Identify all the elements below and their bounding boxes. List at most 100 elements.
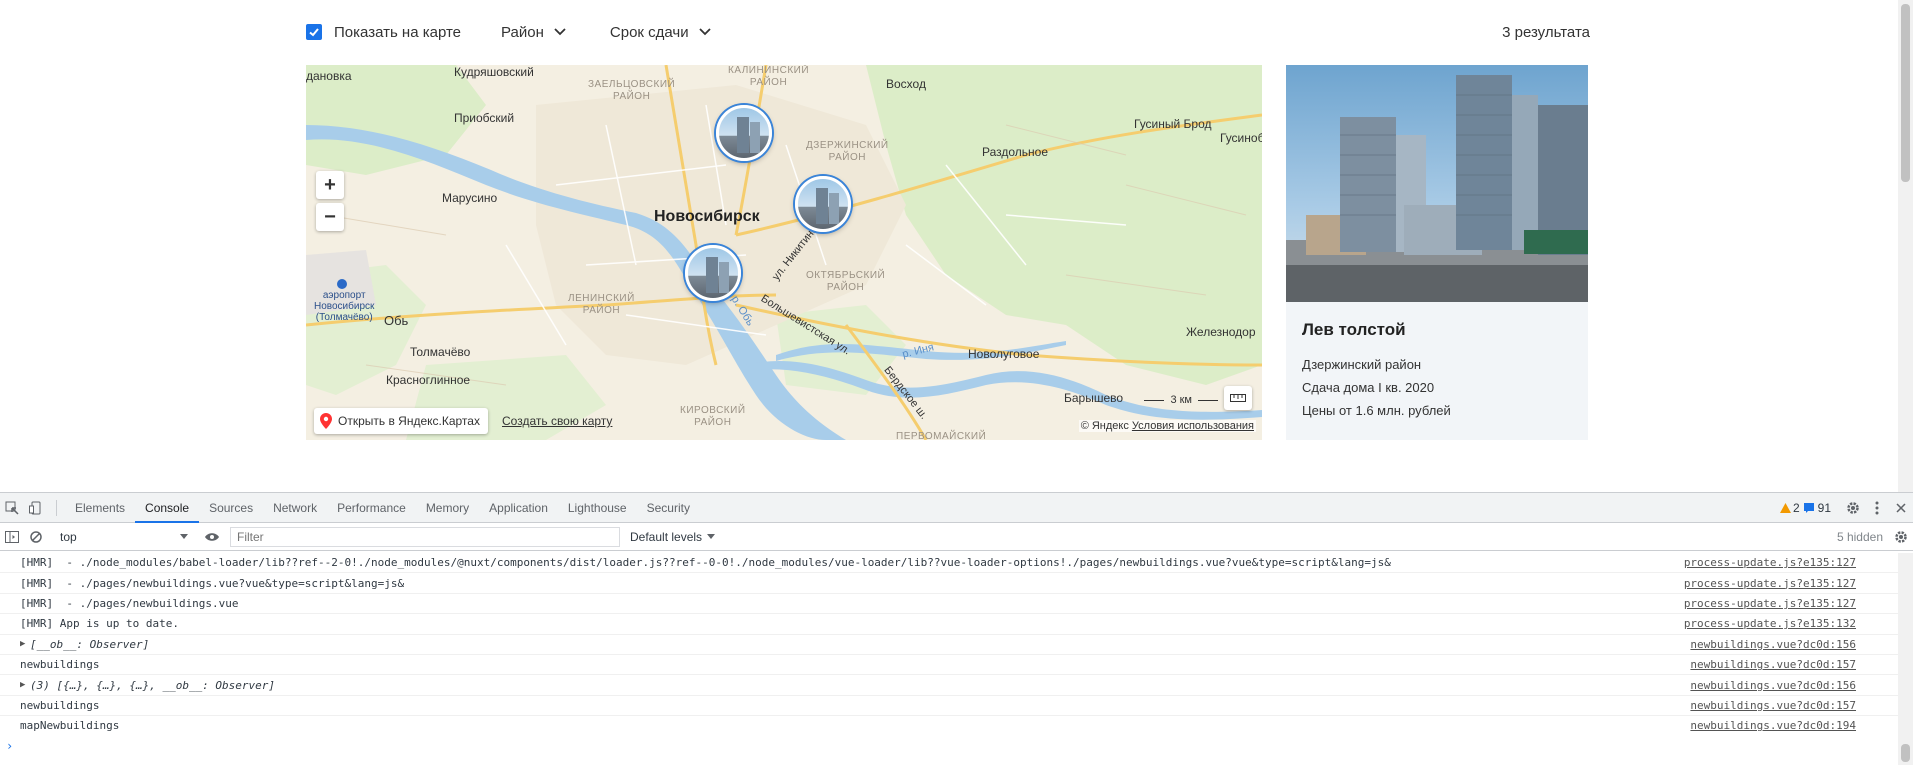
tab-memory[interactable]: Memory [416, 493, 479, 523]
zoom-in-button[interactable]: + [316, 171, 344, 199]
open-in-yandex-maps-label: Открыть в Яндекс.Картах [338, 414, 480, 428]
console-message: mapNewbuildings [20, 719, 120, 733]
filters-bar: Показать на карте Район Срок сдачи 3 рез… [306, 18, 1590, 46]
console-row: [HMR] App is up to date. process-update.j… [0, 614, 1898, 635]
console-row: newbuildings newbuildings.vue?dc0d:157 [0, 655, 1898, 676]
console-message: newbuildings [20, 658, 100, 672]
tab-sources[interactable]: Sources [199, 493, 263, 523]
more-options-icon[interactable] [1865, 493, 1889, 523]
console-filter-input[interactable] [230, 526, 620, 547]
device-toolbar-icon[interactable] [24, 493, 48, 523]
devtools-panel: Elements Console Sources Network Perform… [0, 492, 1913, 765]
console-source-link[interactable]: newbuildings.vue?dc0d:156 [1690, 638, 1898, 651]
console-source-link[interactable]: newbuildings.vue?dc0d:156 [1690, 679, 1898, 692]
console-settings-gear-icon[interactable] [1889, 522, 1913, 552]
console-source-link[interactable]: newbuildings.vue?dc0d:157 [1690, 699, 1898, 712]
map-label: Гусиный Брод [1134, 117, 1212, 131]
console-source-link[interactable]: process-update.js?e135:127 [1684, 577, 1898, 590]
console-source-link[interactable]: process-update.js?e135:127 [1684, 556, 1898, 569]
settings-gear-icon[interactable] [1841, 493, 1865, 523]
inspect-element-icon[interactable] [0, 493, 24, 523]
ruler-icon [1230, 394, 1246, 402]
map-label: Гусиноб [1220, 131, 1262, 145]
map[interactable]: Кудряшовский дановка ЗАЕЛЬЦОВСКИЙ РАЙОН … [306, 65, 1262, 440]
tab-network[interactable]: Network [263, 493, 327, 523]
map-label: Раздольное [982, 145, 1049, 159]
tab-security[interactable]: Security [637, 493, 700, 523]
create-your-map-link[interactable]: Создать свою карту [502, 414, 612, 428]
newbuilding-photo [1286, 65, 1588, 302]
chevron-down-icon [554, 28, 566, 36]
map-label-city: Новосибирск [654, 208, 760, 225]
terms-of-use-link[interactable]: Условия использования [1132, 420, 1254, 432]
console-message: [HMR] - ./pages/newbuildings.vue [20, 596, 239, 610]
log-levels-dropdown[interactable]: Default levels [630, 530, 716, 544]
live-expression-eye-icon[interactable] [200, 522, 224, 552]
map-label: Новолуговое [968, 347, 1040, 361]
show-sidebar-icon[interactable] [0, 522, 24, 552]
context-selector[interactable]: top [54, 527, 194, 547]
newbuilding-map-marker[interactable] [685, 245, 741, 301]
show-on-map-checkbox[interactable] [306, 24, 322, 40]
page-scrollbar[interactable] [1898, 0, 1913, 492]
newbuilding-price: Цены от 1.6 млн. рублей [1302, 403, 1451, 418]
map-label: Восход [886, 77, 926, 91]
screen: Показать на карте Район Срок сдачи 3 рез… [0, 0, 1913, 765]
console-source-link[interactable]: newbuildings.vue?dc0d:194 [1690, 719, 1898, 732]
newbuilding-title: Лев толстой [1302, 320, 1406, 339]
console-scrollbar[interactable] [1898, 553, 1913, 765]
map-label: Приобский [454, 111, 515, 125]
map-label: ПЕРВОМАЙСКИЙ [896, 431, 987, 440]
map-pin-icon [320, 413, 332, 429]
expand-triangle-icon[interactable]: ▶ [20, 639, 25, 649]
message-icon [1803, 502, 1814, 513]
console-row: newbuildings newbuildings.vue?dc0d:157 [0, 696, 1898, 717]
devtools-tabbar: Elements Console Sources Network Perform… [0, 493, 1913, 523]
show-on-map-label[interactable]: Показать на карте [334, 24, 461, 41]
tab-console[interactable]: Console [135, 493, 200, 523]
clear-console-icon[interactable] [24, 522, 48, 552]
tab-application[interactable]: Application [479, 493, 558, 523]
results-count: 3 результата [1502, 23, 1590, 41]
console-message: [HMR] - ./node_modules/babel-loader/lib?… [20, 556, 1391, 570]
map-label: Толмачёво [410, 345, 471, 359]
expand-triangle-icon[interactable]: ▶ [20, 680, 25, 690]
console-message: [HMR] App is up to date. [20, 617, 179, 631]
warning-icon [1779, 502, 1791, 513]
console-source-link[interactable]: process-update.js?e135:132 [1684, 617, 1898, 630]
newbuilding-district: Дзержинский район [1302, 357, 1422, 372]
chevron-down-icon [698, 28, 711, 36]
map-label: Железнодор [1186, 325, 1256, 339]
tab-performance[interactable]: Performance [327, 493, 416, 523]
page-viewport: Показать на карте Район Срок сдачи 3 рез… [0, 0, 1913, 492]
console-row[interactable]: ▶ (3) [{…}, {…}, {…}, __ob__: Observer] ne… [0, 675, 1898, 696]
console-row[interactable]: ▶ [__ob__: Observer] newbuildings.vue?dc0d… [0, 635, 1898, 655]
map-label: ОКТЯБРЬСКИЙ РАЙОН [806, 270, 886, 293]
newbuilding-card[interactable]: Лев толстой Дзержинский район Сдача дома… [1286, 65, 1588, 440]
issues-badge[interactable]: 2 91 [1779, 501, 1831, 515]
map-scale-label: 3 км [1170, 394, 1192, 406]
console-source-link[interactable]: process-update.js?e135:127 [1684, 597, 1898, 610]
map-label: ДЗЕРЖИНСКИЙ РАЙОН [806, 140, 889, 163]
deadline-dropdown-label: Срок сдачи [609, 23, 689, 41]
tab-lighthouse[interactable]: Lighthouse [558, 493, 637, 523]
tab-elements[interactable]: Elements [65, 493, 135, 523]
map-label: дановка [306, 69, 352, 83]
dropdown-arrow-icon [180, 534, 188, 539]
map-label: Барышево [1064, 391, 1124, 405]
check-icon [309, 28, 319, 37]
map-label: КИРОВСКИЙ РАЙОН [680, 405, 746, 428]
newbuilding-map-marker[interactable] [716, 105, 772, 161]
console-message: newbuildings [20, 698, 100, 712]
close-devtools-icon[interactable] [1889, 493, 1913, 523]
console-prompt[interactable]: › [6, 739, 13, 753]
district-dropdown[interactable]: Район [501, 24, 566, 41]
map-label: Марусино [442, 191, 498, 205]
deadline-dropdown[interactable]: Срок сдачи [610, 24, 711, 41]
open-in-yandex-maps-button[interactable]: Открыть в Яндекс.Картах [314, 408, 488, 434]
console-source-link[interactable]: newbuildings.vue?dc0d:157 [1690, 658, 1898, 671]
ruler-button[interactable] [1224, 386, 1252, 410]
map-label: Красноглинное [386, 373, 471, 387]
zoom-out-button[interactable]: − [316, 203, 344, 231]
newbuilding-map-marker[interactable] [795, 176, 851, 232]
